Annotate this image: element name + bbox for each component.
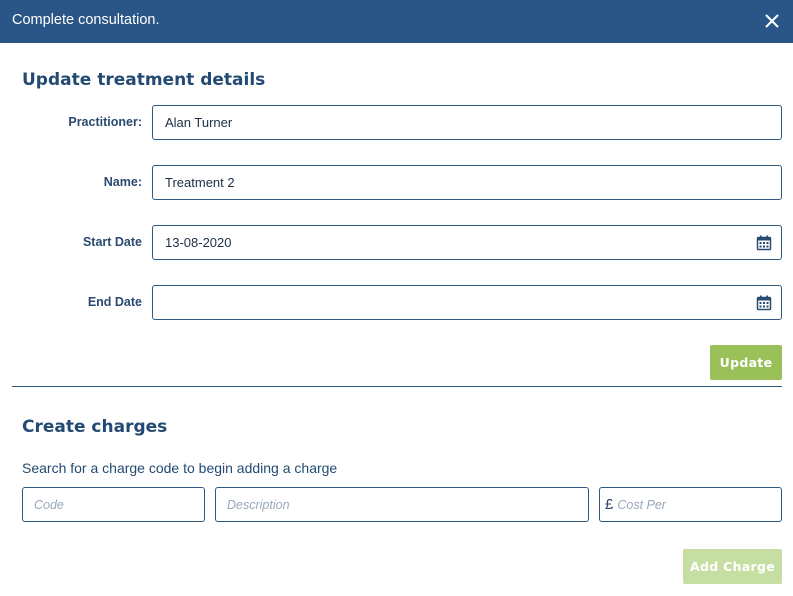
charge-code-input[interactable]: Code <box>22 487 205 522</box>
calendar-icon[interactable] <box>756 235 772 251</box>
close-icon[interactable] <box>759 8 785 34</box>
name-label: Name: <box>103 175 142 189</box>
create-charges-heading: Create charges <box>22 417 168 437</box>
cost-placeholder: Cost Per <box>617 497 666 512</box>
cost-per-input[interactable]: £ Cost Per <box>599 487 782 522</box>
charge-description-input[interactable]: Description <box>215 487 589 522</box>
description-placeholder: Description <box>227 497 290 512</box>
update-button[interactable]: Update <box>710 345 782 380</box>
end-date-field[interactable] <box>152 285 782 320</box>
start-date-value: 13-08-2020 <box>165 235 232 250</box>
start-date-label: Start Date <box>82 235 142 249</box>
practitioner-value: Alan Turner <box>165 115 233 130</box>
name-field[interactable]: Treatment 2 <box>152 165 782 200</box>
section-divider <box>12 386 782 387</box>
update-treatment-heading: Update treatment details <box>22 70 266 90</box>
add-charge-button[interactable]: Add Charge <box>683 549 782 584</box>
practitioner-label: Practitioner: <box>68 115 142 129</box>
code-placeholder: Code <box>34 497 64 512</box>
name-value: Treatment 2 <box>165 175 235 190</box>
dialog-header: Complete consultation. <box>0 0 793 43</box>
practitioner-field[interactable]: Alan Turner <box>152 105 782 140</box>
start-date-field[interactable]: 13-08-2020 <box>152 225 782 260</box>
end-date-label: End Date <box>87 295 142 309</box>
currency-symbol: £ <box>605 496 614 513</box>
dialog-title: Complete consultation. <box>12 12 160 28</box>
charges-help-text: Search for a charge code to begin adding… <box>22 460 338 476</box>
calendar-icon[interactable] <box>756 295 772 311</box>
